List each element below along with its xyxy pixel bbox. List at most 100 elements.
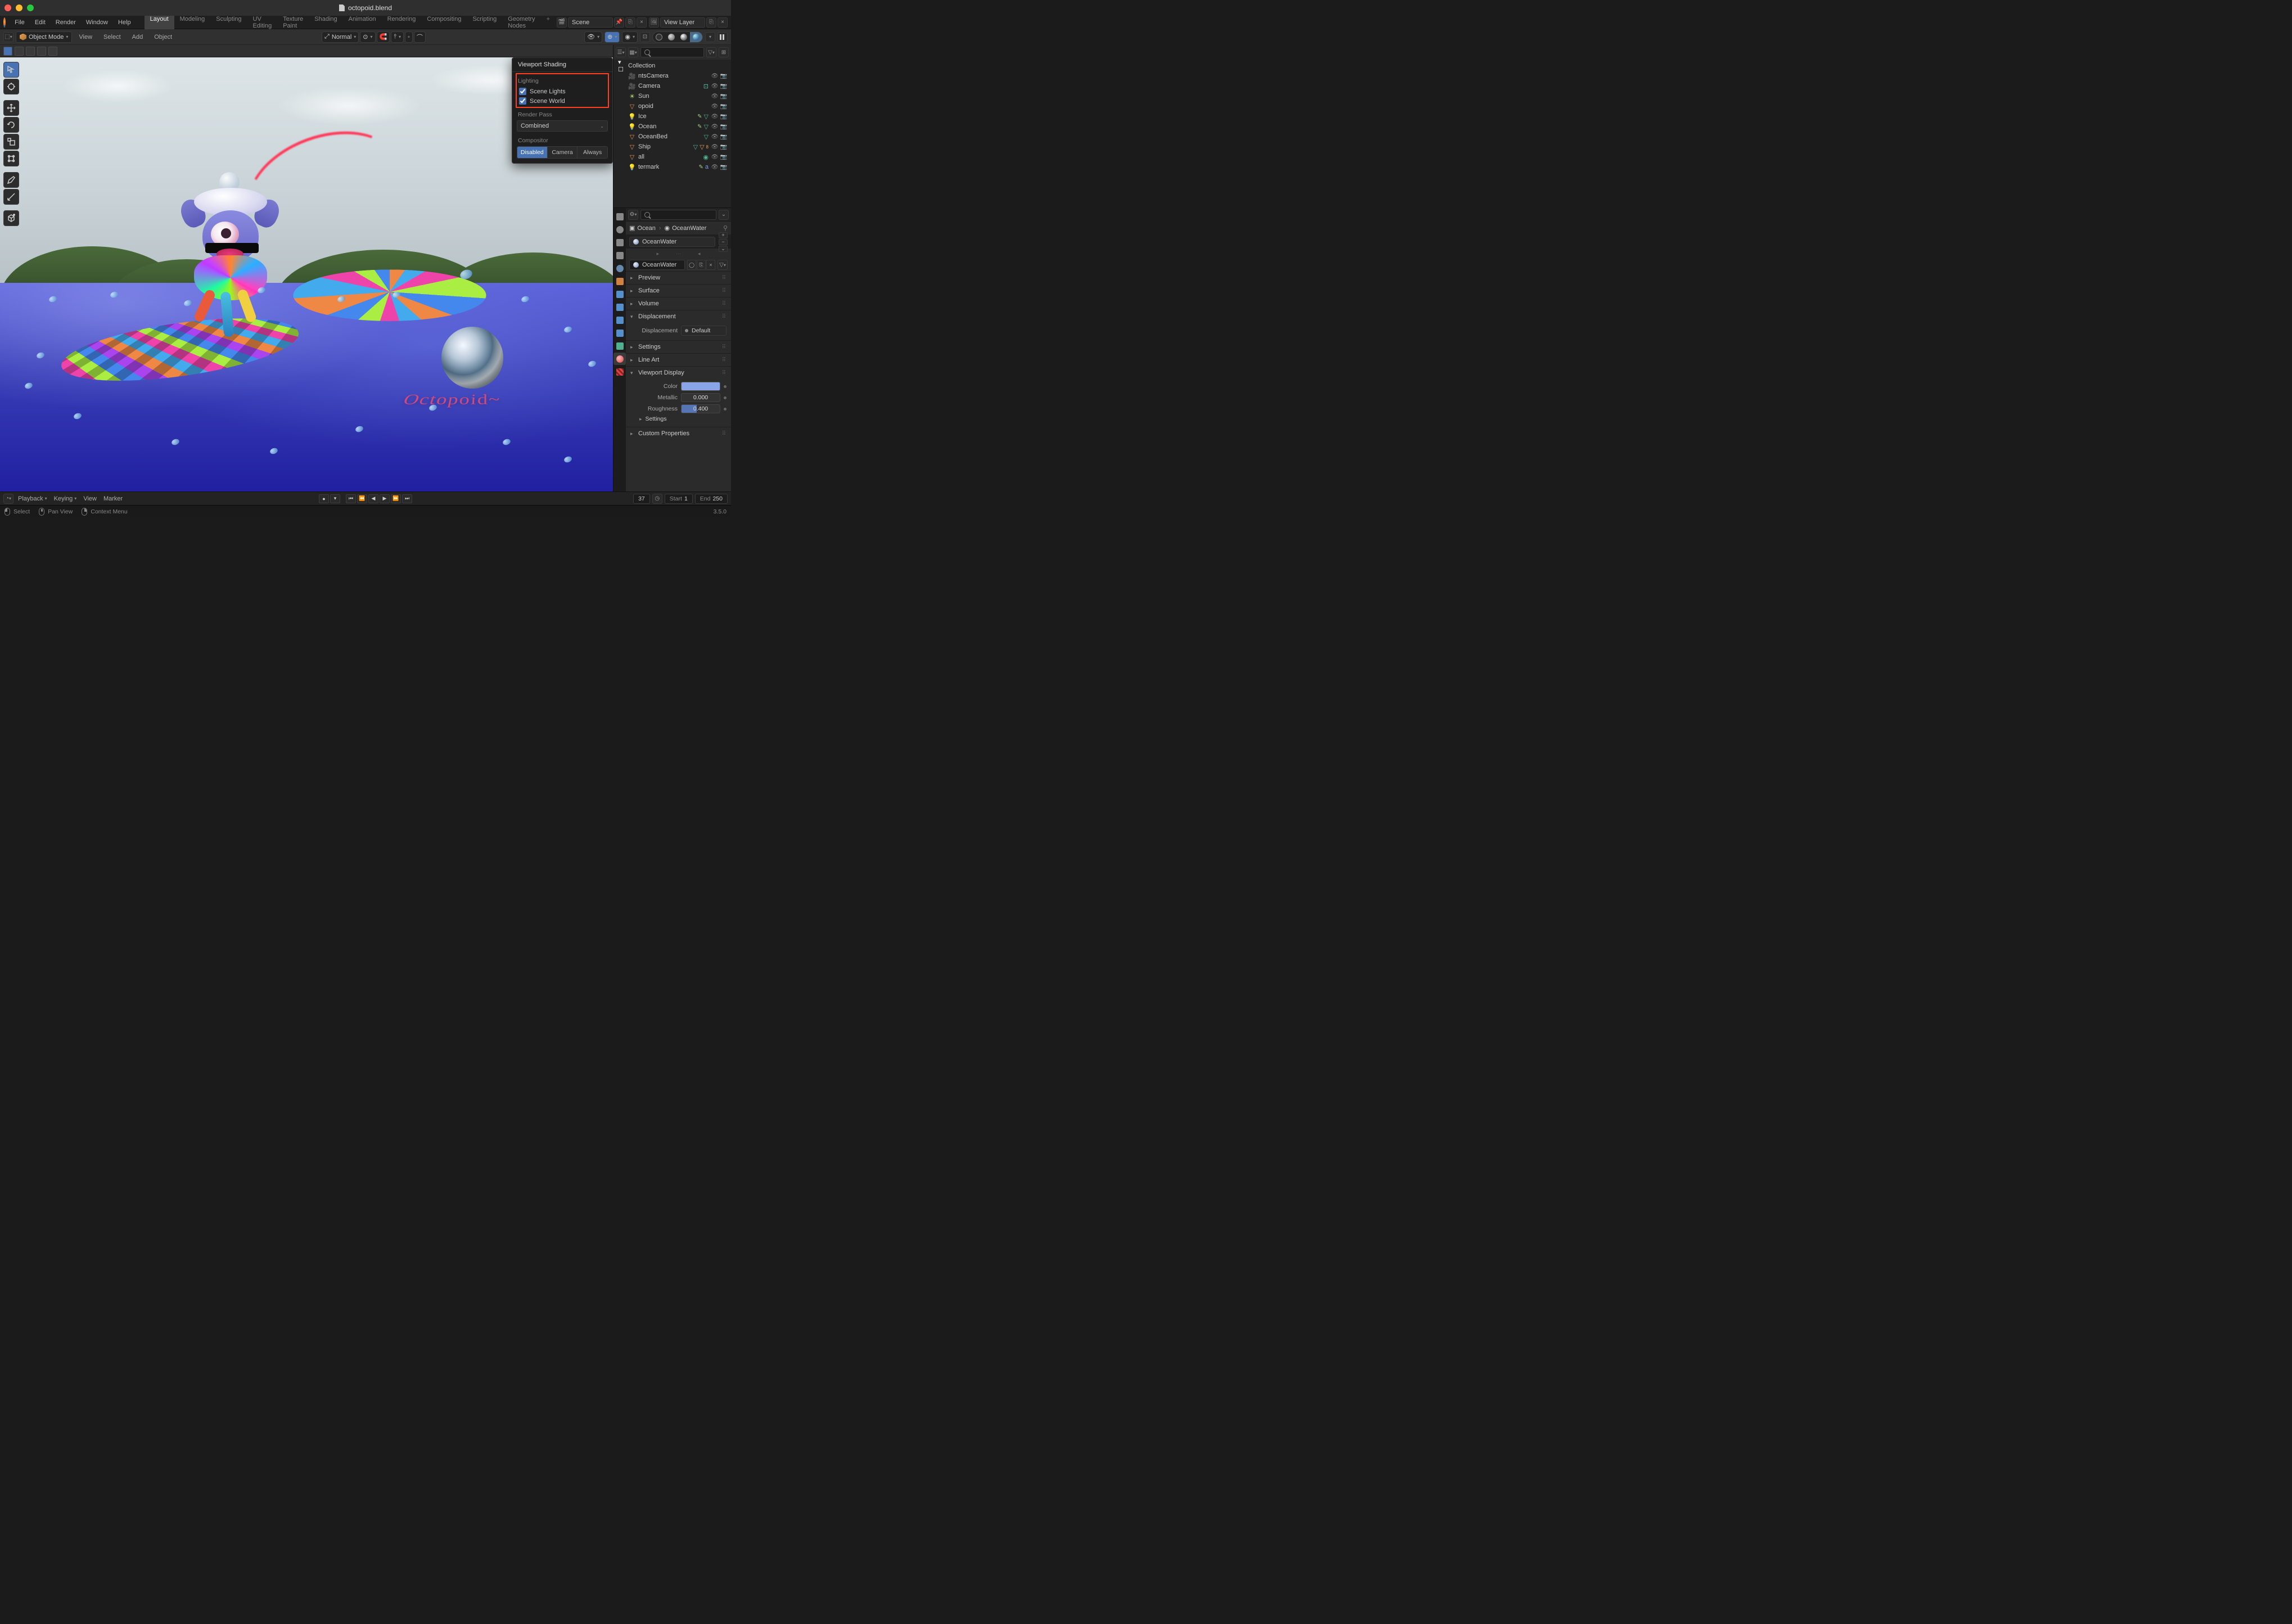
auto-key-dropdown[interactable]: ▾ xyxy=(330,494,340,503)
ptab-texture[interactable] xyxy=(613,366,626,378)
outliner-item[interactable]: 💡 Ice ✎ ▽ 👁 📷 xyxy=(613,111,731,121)
scene-name-input[interactable] xyxy=(568,17,613,28)
ptab-material[interactable] xyxy=(613,353,626,365)
panel-displacement-head[interactable]: ▾Displacement⠿ xyxy=(626,310,731,323)
scene-pin-icon[interactable]: 📌 xyxy=(614,17,624,28)
play-forward[interactable]: ▶ xyxy=(380,494,390,503)
ptab-modifiers[interactable] xyxy=(613,288,626,300)
compositor-always[interactable]: Always xyxy=(577,147,607,158)
timeline-editor-type[interactable]: ◔▾ xyxy=(3,494,13,504)
disable-render-toggle[interactable]: 📷 xyxy=(720,102,728,110)
blender-logo-icon[interactable] xyxy=(3,17,6,28)
menu-add[interactable]: Add xyxy=(128,32,148,42)
outliner-editor-type[interactable]: ☰▾ xyxy=(616,47,626,57)
outliner-item[interactable]: ▽ OceanBed ▽ 👁 📷 xyxy=(613,132,731,142)
menu-file[interactable]: File xyxy=(10,17,29,28)
material-link-new[interactable]: ⎘ xyxy=(697,260,706,270)
outliner-item[interactable]: ▽ opoid 👁 📷 xyxy=(613,101,731,111)
viewlayer-new-icon[interactable]: ⎘ xyxy=(706,17,716,28)
scene-selector[interactable]: 🎬 📌 ⎘ × xyxy=(557,17,647,28)
breadcrumb-material[interactable]: ◉OceanWater xyxy=(665,224,707,232)
outliner-search[interactable] xyxy=(640,47,704,57)
tl-playback[interactable]: Playback▾ xyxy=(16,494,49,503)
properties-search[interactable] xyxy=(640,210,716,220)
tab-animation[interactable]: Animation xyxy=(343,13,382,31)
maximize-window-button[interactable] xyxy=(27,4,34,11)
outliner-item[interactable]: 💡 termark ✎ a 👁 📷 xyxy=(613,162,731,172)
material-slot-name[interactable]: OceanWater xyxy=(629,237,715,247)
disable-render-toggle[interactable]: 📷 xyxy=(720,112,728,120)
outliner-item[interactable]: ▽ Ship ▽ ▽8 👁 📷 xyxy=(613,142,731,152)
tool-move[interactable] xyxy=(3,100,19,116)
proportional-edit[interactable]: ◦ xyxy=(405,31,413,43)
ptab-viewlayer[interactable] xyxy=(613,236,626,249)
overlays-toggle[interactable]: ◉▾ xyxy=(622,31,638,43)
jump-to-start[interactable]: ⏮ xyxy=(346,494,356,503)
displacement-dropdown[interactable]: Default xyxy=(681,326,727,336)
panel-surface-head[interactable]: ▸Surface⠿ xyxy=(626,285,731,297)
hide-viewport-toggle[interactable]: 👁 xyxy=(711,112,719,120)
hide-viewport-toggle[interactable]: 👁 xyxy=(711,123,719,130)
tool-rotate[interactable] xyxy=(3,117,19,133)
snap-options[interactable]: ⫯▾ xyxy=(391,31,404,43)
tool-select-box[interactable] xyxy=(3,62,19,78)
panel-settings-head[interactable]: ▸Settings⠿ xyxy=(626,341,731,353)
editor-type-dropdown[interactable]: ⬚▾ xyxy=(3,32,13,42)
jump-to-end[interactable]: ⏭ xyxy=(402,494,412,503)
ptab-render[interactable] xyxy=(613,210,626,223)
disable-render-toggle[interactable]: 📷 xyxy=(720,92,728,100)
menu-edit[interactable]: Edit xyxy=(30,17,50,28)
disable-render-toggle[interactable]: 📷 xyxy=(720,163,728,171)
hide-viewport-toggle[interactable]: 👁 xyxy=(711,143,719,151)
panel-lineart-head[interactable]: ▸Line Art⠿ xyxy=(626,354,731,366)
play-reverse[interactable]: ◀ xyxy=(368,494,378,503)
viewlayer-delete-icon[interactable]: × xyxy=(718,17,728,28)
outliner-tree[interactable]: ▾ ☐ Collection 🎥 ntsCamera 👁 📷 🎥 Camera … xyxy=(613,60,731,207)
disable-render-toggle[interactable]: 📷 xyxy=(720,153,728,161)
panel-custom-properties-head[interactable]: ▸Custom Properties⠿ xyxy=(626,427,731,440)
ptab-data[interactable] xyxy=(613,340,626,352)
select-box-icon[interactable] xyxy=(3,47,12,56)
select-subtract-icon[interactable] xyxy=(26,47,35,56)
ptab-world[interactable] xyxy=(613,262,626,274)
material-link-browse[interactable]: ◯ xyxy=(687,260,696,270)
hide-viewport-toggle[interactable]: 👁 xyxy=(711,133,719,141)
viewlayer-name-input[interactable] xyxy=(660,17,705,28)
scene-lights-checkbox[interactable]: Scene Lights xyxy=(517,87,608,96)
shading-options-dropdown[interactable]: ▾ xyxy=(705,32,715,42)
menu-view[interactable]: View xyxy=(74,32,97,42)
tab-compositing[interactable]: Compositing xyxy=(421,13,467,31)
snap-toggle[interactable]: 🧲 xyxy=(377,31,390,43)
hide-viewport-toggle[interactable]: 👁 xyxy=(711,82,719,90)
tab-geometry-nodes[interactable]: Geometry Nodes xyxy=(502,13,540,31)
material-link-unlink[interactable]: × xyxy=(706,260,715,270)
slot-next[interactable]: ◂ xyxy=(698,251,701,257)
tl-view[interactable]: View xyxy=(81,494,99,503)
tab-shading[interactable]: Shading xyxy=(309,13,342,31)
tab-uv-editing[interactable]: UV Editing xyxy=(247,13,278,31)
compositor-disabled[interactable]: Disabled xyxy=(517,147,547,158)
xray-toggle[interactable]: ⊡ xyxy=(640,32,650,42)
tool-measure[interactable] xyxy=(3,189,19,205)
menu-object[interactable]: Object xyxy=(150,32,177,42)
viewlayer-selector[interactable]: 🖼 ⎘ × xyxy=(649,17,728,28)
outliner-new-collection[interactable]: ⊞ xyxy=(719,47,729,57)
jump-next-key[interactable]: ⏩ xyxy=(391,494,401,503)
ptab-scene[interactable] xyxy=(613,249,626,261)
properties-editor-type[interactable]: ⚙▾ xyxy=(628,210,638,220)
shading-solid[interactable] xyxy=(665,32,678,42)
auto-key-toggle[interactable]: ● xyxy=(319,494,329,503)
transform-orientation[interactable]: ⤢ Normal ▾ xyxy=(322,31,359,43)
tab-rendering[interactable]: Rendering xyxy=(382,13,422,31)
outliner-item[interactable]: 💡 Ocean ✎ ▽ 👁 📷 xyxy=(613,121,731,132)
select-extend-icon[interactable] xyxy=(15,47,24,56)
tool-scale[interactable] xyxy=(3,134,19,150)
menu-select[interactable]: Select xyxy=(99,32,125,42)
compositor-camera[interactable]: Camera xyxy=(547,147,577,158)
animate-dot[interactable] xyxy=(724,408,727,410)
menu-window[interactable]: Window xyxy=(82,17,112,28)
close-window-button[interactable] xyxy=(4,4,11,11)
animate-dot[interactable] xyxy=(724,396,727,399)
hide-viewport-toggle[interactable]: 👁 xyxy=(711,153,719,161)
scene-lights-input[interactable] xyxy=(519,88,526,95)
